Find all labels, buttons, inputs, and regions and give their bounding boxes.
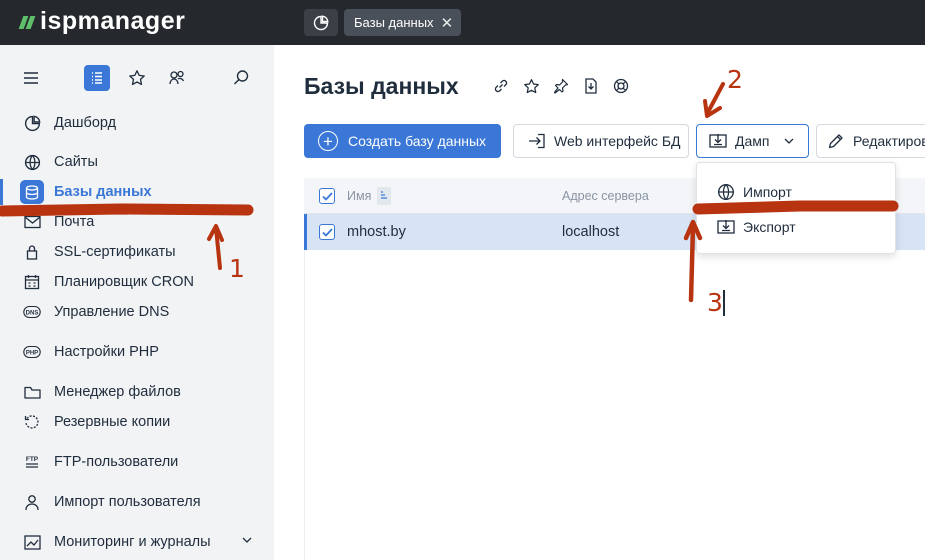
sidebar-item-import-user[interactable]: Импорт пользователя [0, 489, 274, 515]
help-icon[interactable] [606, 76, 636, 96]
dashboard-icon [23, 114, 41, 132]
svg-text:FTP: FTP [26, 456, 39, 463]
list-view-icon[interactable] [84, 65, 110, 91]
menu-item-label: Импорт [743, 184, 792, 200]
sign-in-icon [528, 133, 546, 149]
dns-icon: DNS [23, 303, 41, 321]
database-icon [20, 180, 44, 204]
menu-item-label: Экспорт [743, 219, 796, 235]
sidebar-item-label: Управление DNS [54, 304, 170, 320]
web-interface-button[interactable]: Web интерфейс БД [513, 124, 689, 158]
close-icon[interactable]: ✕ [441, 14, 454, 32]
tab-databases[interactable]: Базы данных ✕ [344, 9, 462, 36]
sidebar-item-label: Базы данных [54, 184, 152, 200]
dashboard-tab[interactable] [304, 9, 338, 36]
column-header-name[interactable]: Имя [347, 189, 371, 203]
menu-icon[interactable] [18, 65, 44, 91]
sidebar-item-monitoring[interactable]: Мониторинг и журналы [0, 529, 274, 555]
column-header-server[interactable]: Адрес сервера [562, 189, 649, 203]
sidebar-item-label: Дашборд [54, 115, 117, 131]
logo-mark-icon [18, 15, 36, 29]
dump-label: Дамп [735, 133, 770, 149]
monitoring-icon [23, 533, 41, 551]
dump-menu: Импорт Экспорт [696, 162, 896, 254]
sidebar-item-databases[interactable]: Базы данных [0, 179, 274, 205]
cell-server: localhost [562, 224, 620, 240]
php-icon: PHP [23, 343, 41, 361]
sort-icon[interactable] [377, 187, 391, 205]
backup-icon [23, 413, 41, 431]
create-database-button[interactable]: + Создать базу данных [304, 124, 501, 158]
active-marker [0, 179, 3, 205]
web-interface-label: Web интерфейс БД [554, 133, 681, 149]
text-cursor [723, 290, 725, 316]
svg-text:DNS: DNS [26, 311, 39, 317]
create-database-label: Создать базу данных [348, 133, 487, 149]
cell-name: mhost.by [347, 224, 406, 240]
sidebar-item-label: Почта [54, 214, 95, 230]
annotation-number-1: 1 [229, 254, 245, 283]
certificate-icon [23, 243, 41, 261]
sidebar-item-label: Менеджер файлов [54, 384, 181, 400]
sidebar-item-label: Настройки PHP [54, 344, 159, 360]
annotation-number-3: 3 [707, 288, 723, 317]
globe-icon [23, 153, 41, 171]
chevron-down-icon[interactable] [241, 534, 253, 550]
mail-icon [23, 213, 41, 231]
sidebar-item-label: SSL-сертификаты [54, 244, 176, 260]
sidebar-item-backups[interactable]: Резервные копии [0, 409, 274, 435]
download-tray-icon [709, 133, 727, 149]
star-icon[interactable] [124, 65, 150, 91]
star-icon[interactable] [516, 76, 546, 96]
svg-text:PHP: PHP [26, 351, 38, 357]
select-all-checkbox[interactable] [319, 188, 335, 204]
search-icon[interactable] [228, 65, 254, 91]
sidebar-item-label: Импорт пользователя [54, 494, 201, 510]
logo-text: ispmanager [40, 7, 186, 35]
edit-button[interactable]: Редактиров [816, 124, 925, 158]
main-panel: Базы данных + Создать базу данных Web ин… [274, 45, 925, 560]
globe-import-icon [717, 183, 735, 201]
import-user-icon [23, 493, 41, 511]
sidebar-toolbar [0, 65, 274, 91]
top-bar: ispmanager Базы данных ✕ [0, 0, 925, 45]
sidebar-item-label: FTP-пользователи [54, 454, 179, 470]
sidebar-item-dashboard[interactable]: Дашборд [0, 110, 274, 136]
table-body-empty [304, 250, 925, 560]
users-icon[interactable] [164, 65, 190, 91]
folder-icon [23, 383, 41, 401]
calendar-icon [23, 273, 41, 291]
edit-label: Редактиров [853, 133, 925, 149]
sidebar-item-php[interactable]: PHP Настройки PHP [0, 339, 274, 365]
pencil-icon [827, 132, 845, 150]
sidebar-item-ftp[interactable]: FTP FTP-пользователи [0, 449, 274, 475]
sidebar-item-label: Сайты [54, 154, 98, 170]
dashboard-icon [313, 14, 329, 30]
sidebar-item-sites[interactable]: Сайты [0, 149, 274, 175]
export-icon [717, 218, 735, 236]
menu-item-import[interactable]: Импорт [697, 175, 897, 209]
ftp-icon: FTP [23, 453, 41, 471]
sidebar-item-label: Мониторинг и журналы [54, 534, 211, 550]
tab-databases-label: Базы данных [354, 15, 434, 30]
row-checkbox[interactable] [319, 224, 335, 240]
download-doc-icon[interactable] [576, 76, 606, 96]
plus-icon: + [318, 131, 338, 151]
page-title: Базы данных [304, 73, 459, 99]
sidebar-item-label: Резервные копии [54, 414, 171, 430]
sidebar-item-label: Планировщик CRON [54, 274, 194, 290]
sidebar-item-files[interactable]: Менеджер файлов [0, 379, 274, 405]
title-actions [486, 76, 636, 96]
menu-item-export[interactable]: Экспорт [697, 210, 897, 244]
pin-icon[interactable] [546, 76, 576, 96]
dump-dropdown-button[interactable]: Дамп [696, 124, 809, 158]
sidebar: Дашборд Сайты Базы данных Почта SSL-серт… [0, 45, 274, 560]
logo[interactable]: ispmanager [18, 7, 185, 36]
link-icon[interactable] [486, 76, 516, 96]
annotation-number-2: 2 [727, 65, 743, 94]
sidebar-item-dns[interactable]: DNS Управление DNS [0, 299, 274, 325]
sidebar-item-mail[interactable]: Почта [0, 209, 274, 235]
chevron-down-icon [783, 135, 795, 147]
